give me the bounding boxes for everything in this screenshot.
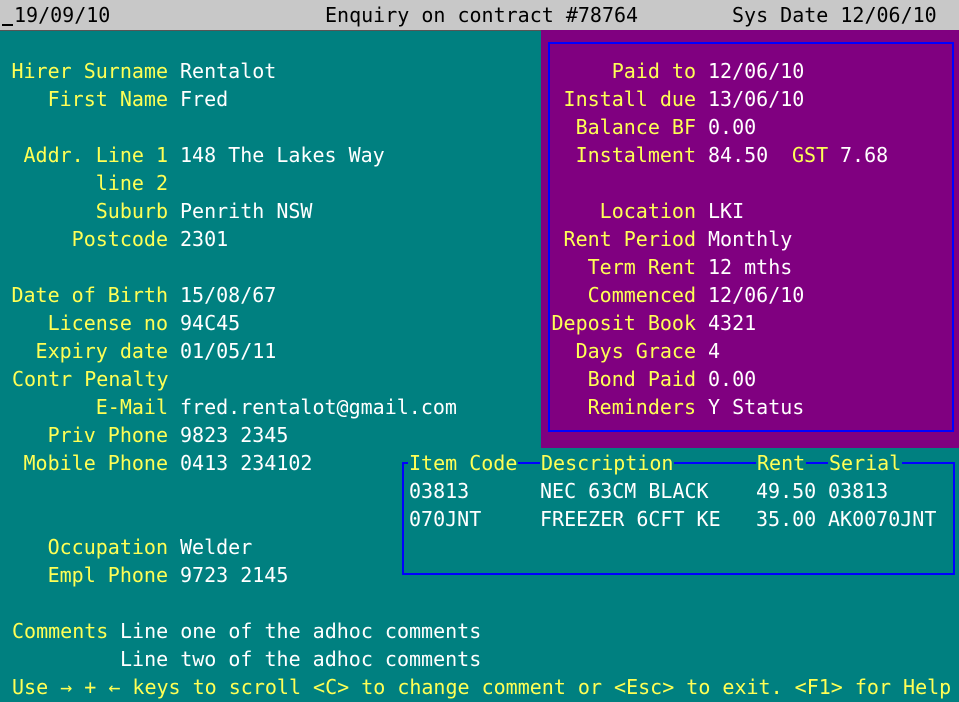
- term-rent-value[interactable]: 12 mths: [708, 253, 792, 281]
- instalment-value[interactable]: 84.50: [708, 141, 768, 169]
- empl-phone-label: Empl Phone: [47, 563, 168, 587]
- cell-rent: 49.50: [756, 479, 817, 503]
- cell-description: NEC 63CM BLACK: [540, 479, 709, 503]
- empl-phone-value[interactable]: 9723 2145: [180, 561, 288, 589]
- comment-line-2[interactable]: Line two of the adhoc comments: [120, 645, 481, 673]
- mobile-value[interactable]: 0413 234102: [180, 449, 312, 477]
- deposit-book-label: Deposit Book: [551, 311, 697, 335]
- priv-phone-label: Priv Phone: [47, 423, 168, 447]
- location-value[interactable]: LKI: [708, 197, 744, 225]
- days-grace-label: Days Grace: [575, 339, 696, 363]
- cell-item-code: 070JNT: [409, 507, 482, 531]
- expiry-value[interactable]: 01/05/11: [180, 337, 276, 365]
- balance-label: Balance BF: [575, 115, 696, 139]
- commenced-value[interactable]: 12/06/10: [708, 281, 804, 309]
- cell-item-code: 03813: [409, 479, 470, 503]
- priv-phone-value[interactable]: 9823 2345: [180, 421, 288, 449]
- addr1-label: Addr. Line 1: [23, 143, 169, 167]
- deposit-book-value[interactable]: 4321: [708, 309, 756, 337]
- instalment-label: Instalment: [575, 143, 696, 167]
- cell-description: FREEZER 6CFT KE: [540, 507, 721, 531]
- col-header-serial: Serial: [828, 449, 903, 477]
- text-cursor: [2, 24, 13, 26]
- first-name-label: First Name: [47, 87, 168, 111]
- footer-help: Use → + ← keys to scroll <C> to change c…: [12, 675, 952, 699]
- gst-label: GST: [792, 143, 829, 167]
- term-rent-label: Term Rent: [587, 255, 696, 279]
- location-label: Location: [599, 199, 696, 223]
- license-label: License no: [47, 311, 168, 335]
- col-header-item-code: Item Code: [408, 449, 519, 477]
- reminders-value[interactable]: Y Status: [708, 393, 804, 421]
- penalty-label: Contr Penalty: [12, 367, 169, 391]
- first-name-value[interactable]: Fred: [180, 85, 228, 113]
- header-date: 19/09/10: [14, 3, 111, 27]
- reminders-label: Reminders: [587, 395, 696, 419]
- rent-period-value[interactable]: Monthly: [708, 225, 792, 253]
- window-title: Enquiry on contract #78764: [325, 3, 639, 27]
- expiry-label: Expiry date: [35, 339, 168, 363]
- paid-to-value[interactable]: 12/06/10: [708, 57, 804, 85]
- title-bar: 19/09/10 Enquiry on contract #78764 Sys …: [0, 0, 959, 30]
- surname-label: Hirer Surname: [11, 59, 168, 83]
- commenced-label: Commenced: [587, 283, 696, 307]
- license-value[interactable]: 94C45: [180, 309, 240, 337]
- install-due-value[interactable]: 13/06/10: [708, 85, 804, 113]
- addr1-value[interactable]: 148 The Lakes Way: [180, 141, 385, 169]
- balance-value[interactable]: 0.00: [708, 113, 756, 141]
- col-header-rent: Rent: [756, 449, 807, 477]
- occupation-value[interactable]: Welder: [180, 533, 252, 561]
- postcode-value[interactable]: 2301: [180, 225, 228, 253]
- comments-label: Comments: [12, 619, 109, 643]
- paid-to-label: Paid to: [611, 59, 696, 83]
- suburb-label: Suburb: [95, 199, 168, 223]
- cell-serial: 03813: [828, 479, 889, 503]
- dob-value[interactable]: 15/08/67: [180, 281, 276, 309]
- email-label: E-Mail: [95, 395, 168, 419]
- surname-value[interactable]: Rentalot: [180, 57, 276, 85]
- sys-date: Sys Date 12/06/10: [732, 3, 937, 27]
- days-grace-value[interactable]: 4: [708, 337, 720, 365]
- bond-paid-value[interactable]: 0.00: [708, 365, 756, 393]
- email-value[interactable]: fred.rentalot@gmail.com: [180, 393, 457, 421]
- install-due-label: Install due: [563, 87, 696, 111]
- cell-rent: 35.00: [756, 507, 817, 531]
- cell-serial: AK0070JNT: [828, 507, 937, 531]
- occupation-label: Occupation: [47, 535, 168, 559]
- gst-value[interactable]: 7.68: [840, 141, 888, 169]
- postcode-label: Postcode: [71, 227, 168, 251]
- suburb-value[interactable]: Penrith NSW: [180, 197, 312, 225]
- mobile-label: Mobile Phone: [23, 451, 169, 475]
- col-header-description: Description: [540, 449, 675, 477]
- comment-line-1[interactable]: Line one of the adhoc comments: [120, 617, 481, 645]
- addr2-label: line 2: [95, 171, 168, 195]
- dob-label: Date of Birth: [11, 283, 168, 307]
- rent-period-label: Rent Period: [563, 227, 696, 251]
- bond-paid-label: Bond Paid: [587, 367, 696, 391]
